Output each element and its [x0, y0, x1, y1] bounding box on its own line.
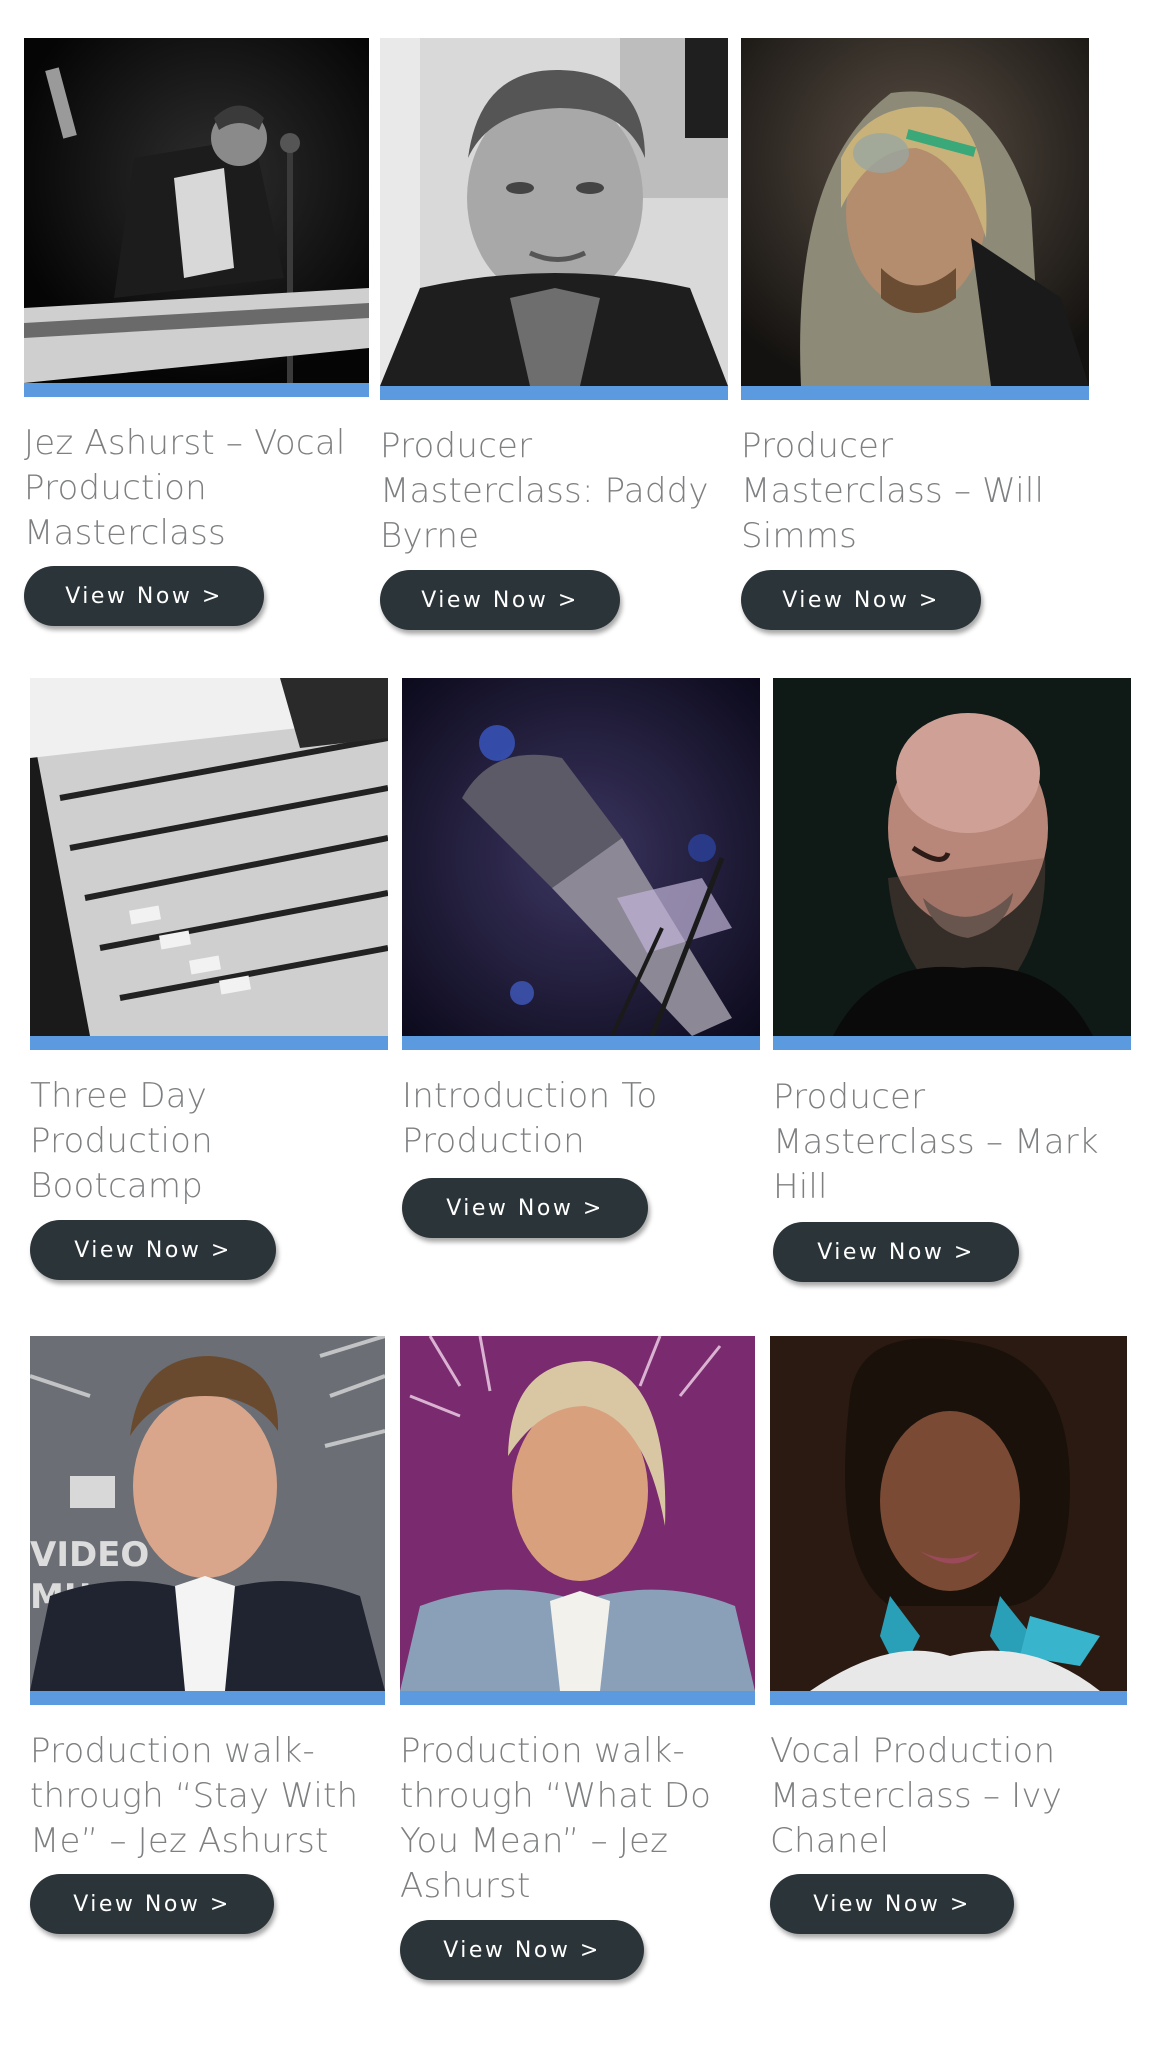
course-title: Producer Masterclass – Mark Hill: [773, 1077, 1099, 1207]
course-title: Jez Ashurst – Vocal Production Mastercla…: [24, 423, 346, 553]
view-now-button[interactable]: View Now >: [30, 1220, 276, 1280]
image-accent-bar: [380, 386, 728, 400]
course-image-mixing-desk[interactable]: [30, 678, 388, 1036]
course-title: Production walk- through “Stay With Me” …: [30, 1731, 359, 1861]
view-now-button[interactable]: View Now >: [400, 1920, 644, 1980]
course-image-microphone[interactable]: [402, 678, 760, 1036]
course-title: Three Day Production Bootcamp: [30, 1076, 213, 1206]
image-accent-bar: [741, 386, 1089, 400]
course-image-will-simms[interactable]: [741, 38, 1089, 386]
view-now-button[interactable]: View Now >: [770, 1874, 1014, 1934]
view-now-button[interactable]: View Now >: [24, 566, 264, 626]
view-now-button[interactable]: View Now >: [30, 1874, 274, 1934]
course-title: Vocal Production Masterclass – Ivy Chane…: [770, 1731, 1063, 1861]
course-image-sam-smith[interactable]: VIDEO MUSIC: [30, 1336, 385, 1691]
course-title: Production walk- through “What Do You Me…: [400, 1731, 712, 1906]
svg-text:VIDEO: VIDEO: [30, 1535, 149, 1575]
course-image-singer-guitar[interactable]: [24, 38, 369, 383]
course-image-mark-hill[interactable]: [773, 678, 1131, 1036]
image-accent-bar: [402, 1036, 760, 1050]
image-accent-bar: [400, 1691, 755, 1705]
course-image-ivy-chanel[interactable]: [770, 1336, 1127, 1691]
course-image-justin-bieber[interactable]: [400, 1336, 755, 1691]
image-accent-bar: [24, 383, 369, 397]
course-title: Introduction To Production: [402, 1076, 658, 1161]
image-accent-bar: [30, 1691, 385, 1705]
image-accent-bar: [770, 1691, 1127, 1705]
image-accent-bar: [773, 1036, 1131, 1050]
course-title: Producer Masterclass: Paddy Byrne: [380, 426, 709, 556]
course-title: Producer Masterclass – Will Simms: [741, 426, 1045, 556]
view-now-button[interactable]: View Now >: [402, 1178, 648, 1238]
view-now-button[interactable]: View Now >: [380, 570, 620, 630]
image-accent-bar: [30, 1036, 388, 1050]
view-now-button[interactable]: View Now >: [773, 1222, 1019, 1282]
course-image-paddy-byrne[interactable]: [380, 38, 728, 386]
view-now-button[interactable]: View Now >: [741, 570, 981, 630]
